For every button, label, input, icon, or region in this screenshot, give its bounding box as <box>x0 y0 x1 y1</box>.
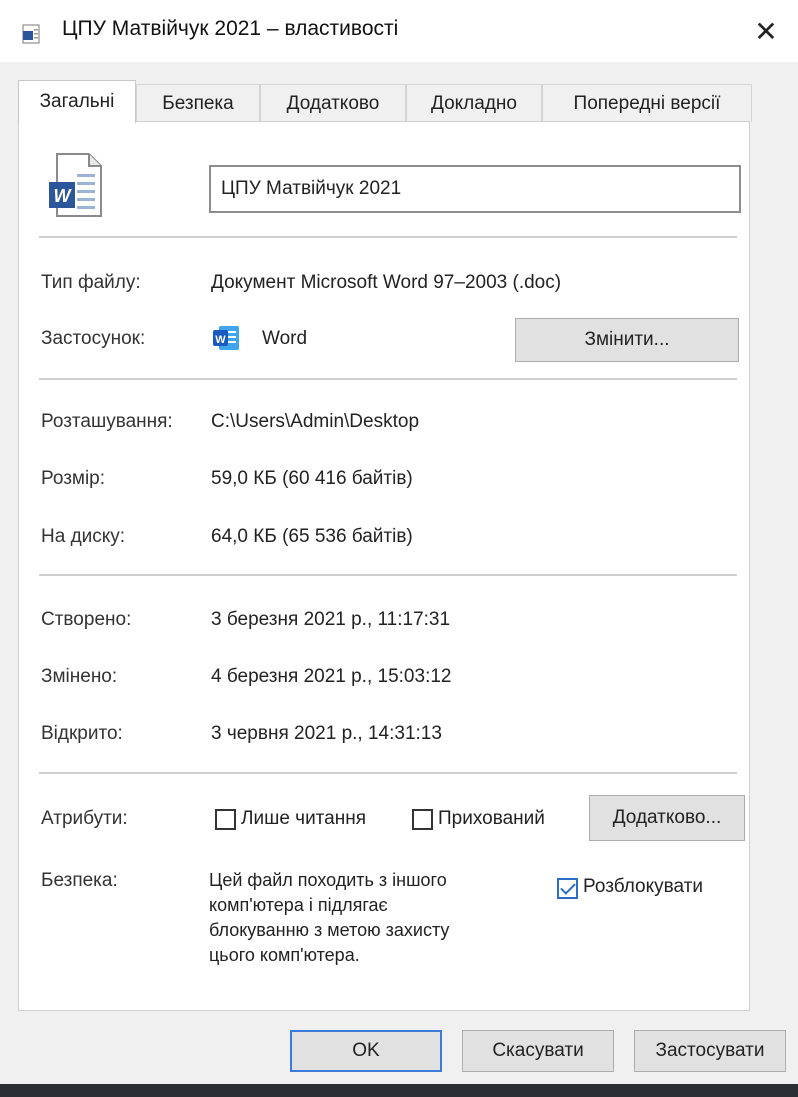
cancel-button[interactable]: Скасувати <box>462 1030 614 1072</box>
unblock-label[interactable]: Розблокувати <box>583 876 703 898</box>
title-bar: ЦПУ Матвійчук 2021 – властивості ✕ <box>0 0 798 62</box>
apply-button[interactable]: Застосувати <box>634 1030 786 1072</box>
security-message-line: блокуванню з метою захисту <box>209 920 450 940</box>
svg-text:W: W <box>54 186 73 206</box>
readonly-checkbox[interactable] <box>215 809 236 830</box>
security-message-line: цього комп'ютера. <box>209 945 360 965</box>
advanced-attributes-button[interactable]: Додатково... <box>589 795 745 841</box>
hidden-checkbox[interactable] <box>412 809 433 830</box>
file-type-value: Документ Microsoft Word 97–2003 (.doc) <box>211 272 562 293</box>
disk-size-label: На диску: <box>41 526 126 547</box>
svg-text:W: W <box>215 334 226 346</box>
modified-value: 4 березня 2021 р., 15:03:12 <box>211 666 452 687</box>
disk-size-value: 64,0 КБ (65 536 байтів) <box>211 526 413 547</box>
divider <box>39 772 737 774</box>
word-document-icon: W <box>49 153 102 217</box>
divider <box>39 378 737 380</box>
security-message-line: Цей файл походить з іншого <box>209 870 447 890</box>
change-app-button[interactable]: Змінити... <box>515 318 739 362</box>
taskbar-edge <box>0 1084 798 1097</box>
file-name-input[interactable] <box>209 165 741 213</box>
location-label: Розташування: <box>41 411 173 432</box>
tab-general[interactable]: Загальні <box>18 80 136 123</box>
created-label: Створено: <box>41 609 132 630</box>
file-type-label: Тип файлу: <box>41 272 141 293</box>
tab-advanced[interactable]: Додатково <box>260 84 406 122</box>
security-label: Безпека: <box>41 870 118 891</box>
word-app-icon: W <box>213 326 239 350</box>
tab-details[interactable]: Докладно <box>406 84 542 122</box>
size-value: 59,0 КБ (60 416 байтів) <box>211 468 413 489</box>
security-message-line: комп'ютера і підлягає <box>209 895 388 915</box>
divider <box>39 236 737 238</box>
tab-previous-versions[interactable]: Попередні версії <box>542 84 752 122</box>
window-title: ЦПУ Матвійчук 2021 – властивості <box>62 17 399 40</box>
accessed-label: Відкрито: <box>41 723 123 744</box>
hidden-label[interactable]: Прихований <box>438 808 545 830</box>
unblock-checkbox[interactable] <box>557 878 578 899</box>
location-value: C:\Users\Admin\Desktop <box>211 411 420 432</box>
security-message: Цей файл походить з іншого комп'ютера і … <box>209 868 449 968</box>
close-button[interactable]: ✕ <box>744 10 788 54</box>
app-value: Word <box>262 328 308 349</box>
app-label: Застосунок: <box>41 328 146 349</box>
created-value: 3 березня 2021 р., 11:17:31 <box>211 609 451 630</box>
tab-security[interactable]: Безпека <box>136 84 260 122</box>
attributes-label: Атрибути: <box>41 808 128 829</box>
readonly-label[interactable]: Лише читання <box>241 808 366 830</box>
size-label: Розмір: <box>41 468 106 489</box>
accessed-value: 3 червня 2021 р., 14:31:13 <box>211 723 442 744</box>
document-icon <box>22 24 40 44</box>
ok-button[interactable]: OK <box>290 1030 442 1072</box>
divider <box>39 574 737 576</box>
general-panel: W Тип файлу: Документ Microsoft Word 97–… <box>18 121 750 1011</box>
modified-label: Змінено: <box>41 666 118 687</box>
